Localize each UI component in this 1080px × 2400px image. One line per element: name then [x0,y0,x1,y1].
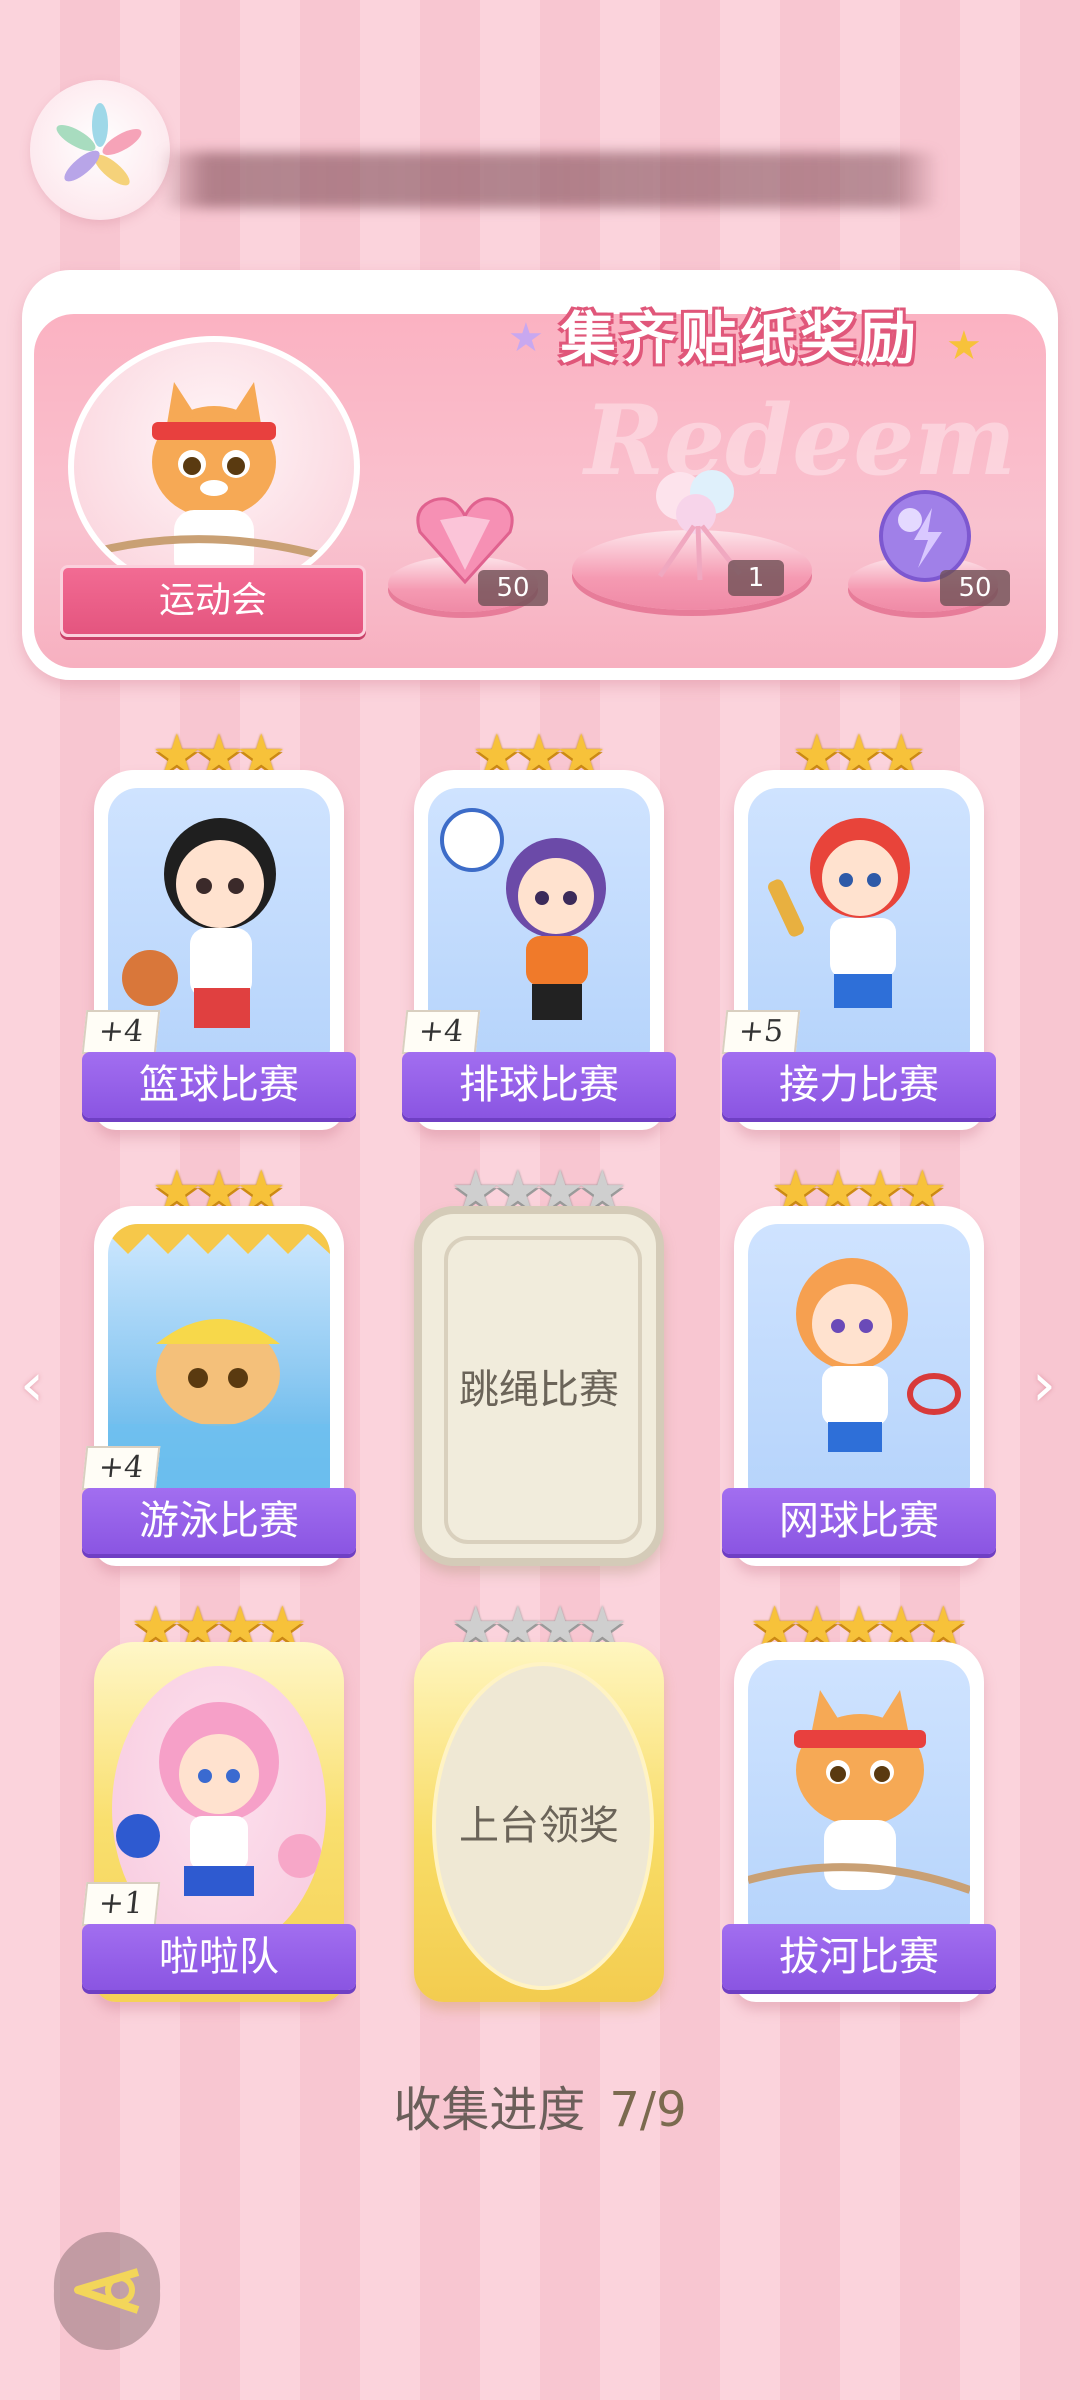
reward-qty: 50 [478,570,548,606]
locked-card-frame: 跳绳比赛 [414,1206,664,1566]
card-art [748,1660,970,1930]
tug-cat-icon [93,382,346,580]
card-art [748,1224,970,1494]
card-label: 接力比赛 [722,1052,996,1118]
event-avatar [68,336,360,598]
tennis-girl-icon [796,1258,961,1452]
sticker-card-tennis[interactable]: ★★★★ 网球比赛 [722,1164,996,1566]
event-name-label: 运动会 [60,565,366,637]
card-label: 游泳比赛 [82,1488,356,1554]
sticker-card-swimming[interactable]: ★★★ +4 游泳比赛 [81,1164,356,1566]
pinwheel-logo-icon [56,103,142,186]
collection-progress: 收集进度 7/9 [0,2070,1080,2140]
card-label: 网球比赛 [722,1488,996,1554]
sticker-card-tugofwar[interactable]: ★★★★★ 拔河比赛 [722,1600,996,2002]
progress-value: 7/9 [609,2082,687,2138]
progress-label: 收集进度 [393,2082,586,2138]
back-arrow-icon [53,2232,161,2350]
bonus-badge: +1 [81,1882,161,1926]
gold-star-icon: ★ [946,323,982,369]
card-label: 啦啦队 [82,1924,356,1990]
sticker-card-volleyball[interactable]: ★★★ +4 排球比赛 [401,728,676,1130]
purple-star-icon: ★ [508,315,544,361]
sticker-card-cheerleading[interactable]: ★★★★ +1 啦啦队 [81,1600,356,2002]
bonus-badge: +4 [81,1446,161,1490]
sticker-card-jumprope-locked[interactable]: ★★★★ 跳绳比赛 [414,1164,664,1566]
card-label: 拔河比赛 [722,1924,996,1990]
tug-cat-icon [748,1690,970,1894]
next-page-arrow-icon[interactable]: › [1024,1350,1064,1420]
sticker-card-award-locked[interactable]: ★★★★ 上台领奖 [414,1600,664,2002]
card-label: 篮球比赛 [82,1052,356,1118]
reward-qty: 1 [728,560,784,596]
bonus-badge: +5 [721,1010,801,1054]
bonus-badge: +4 [81,1010,161,1054]
back-button[interactable] [42,2226,172,2356]
reward-title: 集齐贴纸奖励 [560,307,920,372]
sticker-card-relay[interactable]: ★★★ +5 接力比赛 [721,728,996,1130]
card-label: 跳绳比赛 [459,1367,619,1413]
blurred-notice-banner [160,152,940,208]
reward-qty: 50 [940,570,1010,606]
sticker-card-basketball[interactable]: ★★★ +4 篮球比赛 [81,728,356,1130]
locked-card-frame: 上台领奖 [414,1642,664,2002]
card-label: 排球比赛 [402,1052,676,1118]
bonus-badge: +4 [401,1010,481,1054]
card-label: 上台领奖 [459,1803,619,1849]
app-logo[interactable] [30,80,170,220]
prev-page-arrow-icon[interactable]: ‹ [12,1350,52,1420]
